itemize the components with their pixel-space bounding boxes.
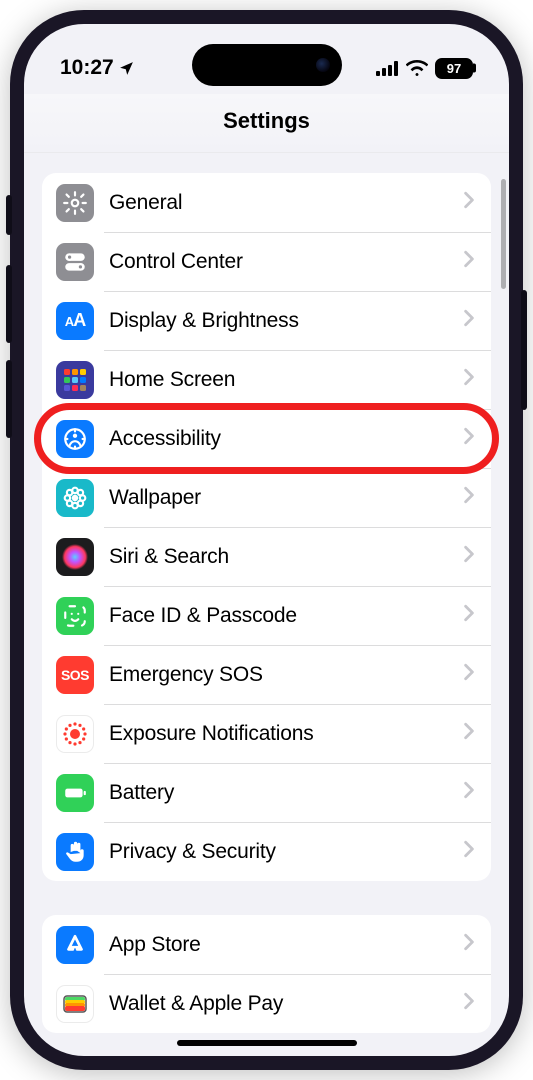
row-label: Display & Brightness (109, 309, 463, 333)
settings-list[interactable]: General Control Center AA Display & Brightn… (24, 153, 509, 1056)
page-title: Settings (24, 94, 509, 153)
row-accessibility[interactable]: Accessibility (42, 409, 491, 468)
chevron-right-icon (463, 933, 475, 956)
aa-icon: AA (56, 302, 94, 340)
phone-frame: 10:27 97 Settings General Control Center A… (10, 10, 523, 1070)
cellular-icon (376, 61, 399, 76)
settings-group: General Control Center AA Display & Brightn… (42, 173, 491, 881)
chevron-right-icon (463, 722, 475, 745)
side-button (6, 360, 12, 438)
row-wallet[interactable]: Wallet & Apple Pay (42, 974, 491, 1033)
dynamic-island (192, 44, 342, 86)
row-home-screen[interactable]: Home Screen (42, 350, 491, 409)
row-label: Privacy & Security (109, 840, 463, 864)
row-battery[interactable]: Battery (42, 763, 491, 822)
chevron-right-icon (463, 309, 475, 332)
settings-group: App Store Wallet & Apple Pay (42, 915, 491, 1033)
flower-icon (56, 479, 94, 517)
appstore-icon (56, 926, 94, 964)
grid-icon (56, 361, 94, 399)
row-sos[interactable]: SOS Emergency SOS (42, 645, 491, 704)
row-label: Wallpaper (109, 486, 463, 510)
row-siri[interactable]: Siri & Search (42, 527, 491, 586)
row-label: General (109, 191, 463, 215)
row-label: Control Center (109, 250, 463, 274)
wallet-icon (56, 985, 94, 1023)
chevron-right-icon (463, 191, 475, 214)
chevron-right-icon (463, 663, 475, 686)
battery-icon (56, 774, 94, 812)
row-general[interactable]: General (42, 173, 491, 232)
side-button (6, 195, 12, 235)
row-label: Exposure Notifications (109, 722, 463, 746)
face-icon (56, 597, 94, 635)
scroll-indicator[interactable] (501, 179, 506, 289)
chevron-right-icon (463, 992, 475, 1015)
side-button (6, 265, 12, 343)
chevron-right-icon (463, 427, 475, 450)
row-exposure[interactable]: Exposure Notifications (42, 704, 491, 763)
row-label: Face ID & Passcode (109, 604, 463, 628)
chevron-right-icon (463, 486, 475, 509)
gear-icon (56, 184, 94, 222)
chevron-right-icon (463, 250, 475, 273)
exposure-icon (56, 715, 94, 753)
location-icon (118, 60, 135, 77)
row-wallpaper[interactable]: Wallpaper (42, 468, 491, 527)
side-button (521, 290, 527, 410)
row-label: Home Screen (109, 368, 463, 392)
status-time: 10:27 (60, 56, 114, 80)
row-control-center[interactable]: Control Center (42, 232, 491, 291)
sos-icon: SOS (56, 656, 94, 694)
row-privacy[interactable]: Privacy & Security (42, 822, 491, 881)
row-label: Emergency SOS (109, 663, 463, 687)
row-label: Siri & Search (109, 545, 463, 569)
row-faceid[interactable]: Face ID & Passcode (42, 586, 491, 645)
row-label: Accessibility (109, 427, 463, 451)
person-circle-icon (56, 420, 94, 458)
row-label: Battery (109, 781, 463, 805)
row-display[interactable]: AA Display & Brightness (42, 291, 491, 350)
screen: 10:27 97 Settings General Control Center A… (24, 24, 509, 1056)
row-appstore[interactable]: App Store (42, 915, 491, 974)
row-label: App Store (109, 933, 463, 957)
chevron-right-icon (463, 604, 475, 627)
siri-icon (56, 538, 94, 576)
toggles-icon (56, 243, 94, 281)
wifi-icon (406, 60, 428, 76)
battery-indicator: 97 (435, 58, 473, 79)
chevron-right-icon (463, 368, 475, 391)
chevron-right-icon (463, 840, 475, 863)
row-label: Wallet & Apple Pay (109, 992, 463, 1016)
hand-icon (56, 833, 94, 871)
home-indicator[interactable] (177, 1040, 357, 1046)
chevron-right-icon (463, 781, 475, 804)
chevron-right-icon (463, 545, 475, 568)
